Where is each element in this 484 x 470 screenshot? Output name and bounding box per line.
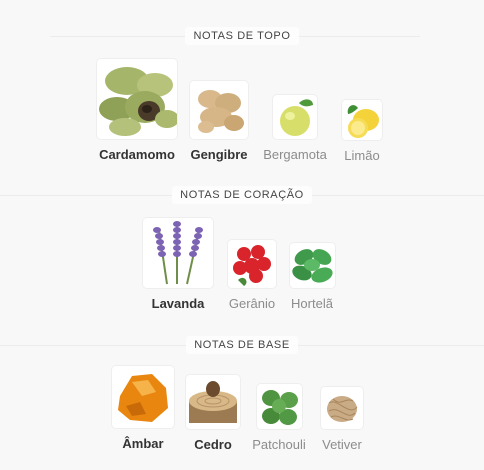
note-label: Cedro	[194, 437, 232, 452]
lavender-icon	[143, 218, 213, 288]
ginger-icon	[190, 81, 248, 139]
note-hortela[interactable]: Hortelã	[285, 243, 339, 311]
note-label: Cardamomo	[99, 147, 175, 162]
note-label: Gengibre	[190, 147, 248, 162]
section-title-label: NOTAS DE CORAÇÃO	[172, 186, 312, 204]
note-label: Vetiver	[322, 437, 362, 452]
note-label: Gerânio	[228, 296, 276, 311]
mint-icon	[289, 243, 335, 288]
note-vetiver[interactable]: Vetiver	[315, 387, 369, 452]
patchouli-icon	[256, 384, 302, 429]
note-ambar[interactable]: Âmbar	[110, 366, 176, 451]
note-label: Lavanda	[151, 296, 205, 311]
note-label: Âmbar	[122, 436, 164, 451]
section-title-top-notes: NOTAS DE TOPO	[0, 24, 484, 48]
cardamom-icon	[97, 59, 177, 139]
bergamot-icon	[273, 95, 317, 139]
note-limao[interactable]: Limão	[338, 100, 386, 163]
vetiver-icon	[321, 387, 363, 429]
lemon-icon	[342, 100, 382, 140]
section-title-heart-notes: NOTAS DE CORAÇÃO	[0, 183, 484, 207]
section-title-base-notes: NOTAS DE BASE	[0, 333, 484, 357]
geranium-icon	[228, 240, 276, 288]
note-patchouli[interactable]: Patchouli	[250, 384, 308, 452]
amber-icon	[112, 366, 174, 428]
note-gengibre[interactable]: Gengibre	[187, 81, 251, 162]
note-bergamota[interactable]: Bergamota	[258, 95, 332, 162]
note-label: Hortelã	[291, 296, 333, 311]
note-cedro[interactable]: Cedro	[185, 375, 241, 452]
note-lavanda[interactable]: Lavanda	[142, 218, 214, 311]
note-label: Limão	[344, 148, 380, 163]
note-label: Patchouli	[252, 437, 306, 452]
note-cardamomo[interactable]: Cardamomo	[96, 59, 178, 162]
section-title-label: NOTAS DE TOPO	[185, 27, 299, 45]
note-label: Bergamota	[263, 147, 327, 162]
section-title-label: NOTAS DE BASE	[186, 336, 298, 354]
cedar-icon	[186, 375, 240, 429]
note-geranio[interactable]: Gerânio	[225, 240, 279, 311]
